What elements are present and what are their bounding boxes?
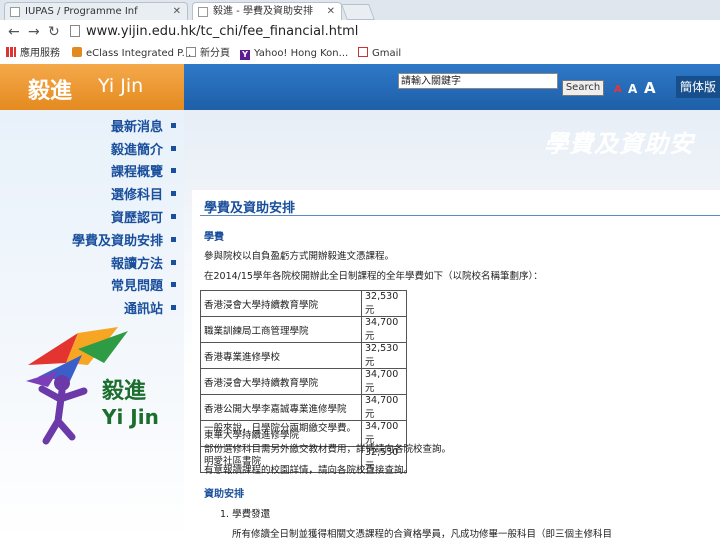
sidebar-item-label: 毅進簡介 [110,143,163,158]
bookmark-label: 應用服務 [20,48,60,59]
title-divider [200,215,720,216]
eclass-icon [72,47,82,57]
sidebar-item-electives[interactable]: 選修科目 [0,184,176,203]
brand-text-zh: 毅進 [102,379,147,404]
bullet-icon [171,123,176,128]
url-field[interactable]: www.yijin.edu.hk/tc_chi/fee_financial.ht… [70,23,710,41]
sidebar-item-label: 資歷認可 [110,211,163,226]
institution-cell: 香港公開大學李嘉誠專業進修學院 [200,394,362,421]
sidebar-item-contact[interactable]: 通訊站 [0,298,176,317]
table-row: 香港專業進修學校 32,530元 [200,342,407,369]
sidebar-item-label: 學費及資助安排 [71,234,163,249]
gmail-icon [358,47,368,57]
search-button[interactable]: Search [562,80,604,96]
fee-cell: 32,530元 [361,290,407,317]
url-text: www.yijin.edu.hk/tc_chi/fee_financial.ht… [86,24,359,39]
close-icon[interactable]: ✕ [173,3,181,20]
bookmark-apps[interactable]: 應用服務 [6,47,60,61]
fee-cell: 34,700元 [361,394,407,421]
fee-cell: 34,700元 [361,368,407,395]
sidebar-item-about[interactable]: 毅進簡介 [0,139,176,158]
reload-icon[interactable]: ↻ [48,24,60,40]
back-arrow-icon[interactable]: ← [8,24,20,40]
fee-cell: 32,530元 [361,342,407,369]
page-icon [70,25,80,37]
page-banner: 學費及資助安 [544,130,694,158]
bullet-icon [171,214,176,219]
bullet-icon [171,282,176,287]
sidebar-item-label: 報讀方法 [110,257,163,272]
fees-intro: 參與院校以自負盈虧方式開辦毅進文憑課程。 [204,251,395,262]
browser-tab-iupas[interactable]: IUPAS / Programme Inf ✕ [4,2,188,20]
institution-cell: 香港浸會大學持續教育學院 [200,290,362,317]
table-row: 香港浸會大學持續教育學院 34,700元 [200,368,407,395]
sidebar-item-news[interactable]: 最新消息 [0,116,176,135]
yahoo-icon: Y [240,50,250,60]
institution-cell: 香港浸會大學持續教育學院 [200,368,362,395]
forward-arrow-icon[interactable]: → [28,24,40,40]
fee-cell: 34,700元 [361,316,407,343]
sidebar-item-label: 選修科目 [110,188,163,203]
site-logo[interactable]: 毅進 Yi Jin [0,64,184,110]
simplified-chinese-button[interactable]: 簡体版 [676,76,720,98]
close-icon[interactable]: ✕ [327,3,335,20]
address-bar: ← → ↻ www.yijin.edu.hk/tc_chi/fee_financ… [0,20,720,45]
logo-text-zh: 毅進 [28,79,73,104]
bullet-icon [171,168,176,173]
table-row: 香港公開大學李嘉誠專業進修學院 34,700元 [200,394,407,421]
page-icon [186,47,196,57]
sidebar-item-fees[interactable]: 學費及資助安排 [0,230,176,249]
new-tab-button[interactable] [341,4,375,20]
bookmark-yahoo[interactable]: Y Yahoo! Hong Kon... [240,47,348,61]
page-title: 學費及資助安排 [204,201,296,216]
note-materials: 部份選修科目需另外繳交教材費用，詳情請向各院校查詢。 [204,444,452,455]
bookmark-label: Yahoo! Hong Kon... [254,48,349,59]
apps-grid-icon [6,47,16,57]
sidebar-item-application[interactable]: 報讀方法 [0,253,176,272]
bullet-icon [171,237,176,242]
aid-heading: 資助安排 [204,489,244,500]
brand-logo: 毅進 Yi Jin [18,325,168,455]
sidebar-item-label: 課程概覽 [110,165,163,180]
note-campus: 有意報讀課程的校園詳情，請向各院校直接查詢。 [204,465,414,476]
fees-table-intro: 在2014/15學年各院校開辦此全日制課程的全年學費如下（以院校名稱筆劃序）： [204,271,543,282]
table-row: 職業訓練局工商管理學院 34,700元 [200,316,407,343]
browser-tab-yijin[interactable]: 毅進 - 學費及資助安排 ✕ [192,2,342,20]
bullet-icon [171,146,176,151]
font-size-small-button[interactable]: A [614,84,622,95]
page-icon [198,7,208,17]
aid-item-1: 1. 學費發還 [220,509,271,520]
bullet-icon [171,191,176,196]
bullet-icon [171,260,176,265]
bookmark-gmail[interactable]: Gmail [358,47,401,61]
table-row: 香港浸會大學持續教育學院 32,530元 [200,290,407,317]
font-size-large-button[interactable]: A [644,79,656,97]
browser-tab-bar: IUPAS / Programme Inf ✕ 毅進 - 學費及資助安排 ✕ [0,0,720,21]
bookmark-label: Gmail [372,48,402,59]
tab-title: IUPAS / Programme Inf [25,6,138,17]
bullet-icon [171,305,176,310]
institution-cell: 職業訓練局工商管理學院 [200,316,362,343]
fees-heading: 學費 [204,232,224,243]
sidebar-item-recognition[interactable]: 資歷認可 [0,207,176,226]
bookmark-label: eClass Integrated P... [86,48,192,59]
note-instalments: 一般來說，日學院分兩期繳交學費。 [204,423,357,434]
institution-cell: 香港專業進修學校 [200,342,362,369]
bookmark-label: 新分頁 [200,48,230,59]
page-icon [10,7,20,17]
sidebar-item-label: 常見問題 [110,279,163,294]
tab-title: 毅進 - 學費及資助安排 [213,6,313,17]
bookmarks-bar: 應用服務 eClass Integrated P... 新分頁 Y Yahoo! … [0,44,720,65]
sidebar-item-label: 通訊站 [123,302,163,317]
sidebar-item-label: 最新消息 [110,120,163,135]
font-size-medium-button[interactable]: A [628,82,637,96]
aid-item-1-text: 所有修讀全日制並獲得相關文憑課程的合資格學員，凡成功修畢一般科目（即三個主修科目 [232,529,613,540]
logo-text-en: Yi Jin [98,75,144,97]
sidebar-item-programme[interactable]: 課程概覽 [0,161,176,180]
sidebar-item-faq[interactable]: 常見問題 [0,275,176,294]
search-input[interactable]: 請輸入關鍵字 [398,73,558,89]
bookmark-new-tab[interactable]: 新分頁 [186,47,230,61]
brand-text-en: Yi Jin [102,405,159,429]
bookmark-eclass[interactable]: eClass Integrated P... [72,47,191,61]
